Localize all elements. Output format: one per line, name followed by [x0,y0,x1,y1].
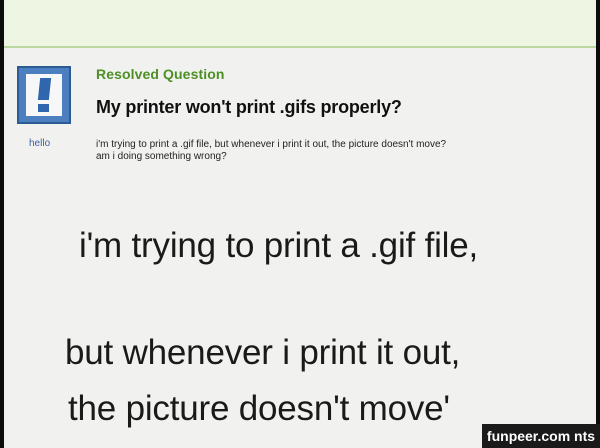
header-band [4,0,596,46]
question-title: My printer won't print .gifs properly? [96,97,402,117]
zoomed-text-line-3: the picture doesn't move' [68,389,450,428]
screenshot-canvas: hello Resolved Question My printer won't… [4,0,596,448]
question-body: i'm trying to print a .gif file, but whe… [96,139,596,163]
zoomed-text-line-2: but whenever i print it out, [65,333,461,372]
question-body-line: am i doing something wrong? [96,151,227,162]
resolved-status-label: Resolved Question [96,66,225,82]
watermark: funpeer.com nts [482,424,600,448]
zoomed-text-line-1: i'm trying to print a .gif file, [79,226,479,265]
exclamation-icon [26,74,62,116]
avatar[interactable] [17,66,71,124]
question-body-line: i'm trying to print a .gif file, but whe… [96,139,447,150]
header-divider [4,46,596,48]
asker-username[interactable]: hello [29,138,50,149]
